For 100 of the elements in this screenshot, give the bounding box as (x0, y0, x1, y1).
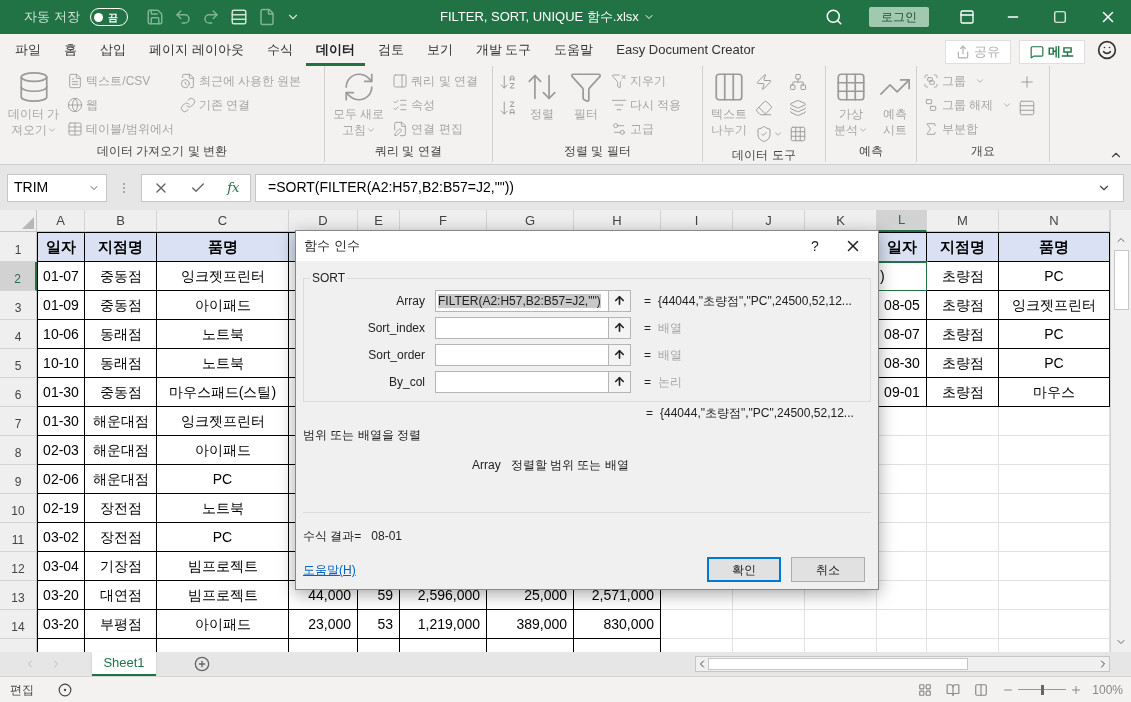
table-cell[interactable]: 마우스패드(스틸) (157, 378, 289, 407)
row-header[interactable]: 10 (0, 494, 37, 523)
smiley-icon[interactable] (1097, 40, 1117, 60)
table-cell[interactable]: PC (999, 349, 1110, 378)
table-cell[interactable]: 01-09 (37, 291, 85, 320)
table-cell[interactable]: 장전점 (85, 494, 157, 523)
zoom-track[interactable] (1018, 684, 1067, 695)
grid-cell[interactable] (877, 494, 927, 523)
table-cell[interactable]: 01-30 (37, 407, 85, 436)
header-cell[interactable]: 품명 (999, 232, 1110, 262)
grid-cell[interactable] (877, 610, 927, 639)
collapse-dialog-button[interactable] (608, 344, 630, 365)
table-cell[interactable]: PC (999, 262, 1110, 291)
header-cell[interactable]: 품명 (157, 232, 289, 262)
grid-cell[interactable] (877, 436, 927, 465)
table-cell[interactable]: 잉크젯프린터 (999, 291, 1110, 320)
table-cell[interactable]: 03-20 (37, 581, 85, 610)
row-header[interactable]: 5 (0, 349, 37, 378)
normal-view-icon[interactable] (918, 682, 933, 697)
row-header[interactable]: 6 (0, 378, 37, 407)
ribbon-tab[interactable]: 홈 (54, 36, 87, 66)
table-cell[interactable]: PC (999, 320, 1110, 349)
collapse-dialog-button[interactable] (608, 317, 630, 338)
table-cell[interactable]: 아이패드 (157, 610, 289, 639)
table-cell[interactable]: 08-07 (877, 320, 927, 349)
grid-cell[interactable] (927, 494, 999, 523)
grid-cell[interactable] (999, 581, 1110, 610)
table-cell[interactable]: 잉크젯프린터 (157, 262, 289, 291)
row-header[interactable]: 7 (0, 407, 37, 436)
grid-cell[interactable] (999, 465, 1110, 494)
row-header[interactable]: 9 (0, 465, 37, 494)
grid-cell[interactable] (927, 552, 999, 581)
help-link[interactable]: 도움말(H) (303, 560, 707, 579)
table-cell[interactable]: 02-19 (37, 494, 85, 523)
table-cell[interactable]: 389,000 (487, 610, 574, 639)
grid-cell[interactable] (877, 552, 927, 581)
table-cell[interactable]: 초량점 (927, 262, 999, 291)
grid-cell[interactable] (999, 494, 1110, 523)
dialog-button[interactable]: 확인 (707, 557, 781, 582)
help-button[interactable]: ? (800, 235, 830, 257)
header-cell[interactable]: 지점명 (85, 232, 157, 262)
page-layout-icon[interactable] (946, 682, 961, 697)
table-cell[interactable]: 08-30 (877, 349, 927, 378)
row-header[interactable]: 14 (0, 610, 37, 639)
table-cell[interactable]: 잉크젯프린터 (157, 407, 289, 436)
maximize-icon[interactable] (1053, 10, 1067, 24)
table-cell[interactable]: 부평점 (85, 610, 157, 639)
grid-cell[interactable] (927, 581, 999, 610)
argument-field[interactable] (435, 343, 631, 366)
add-sheet-icon[interactable] (194, 656, 210, 672)
save-icon[interactable] (145, 8, 164, 26)
comments-button[interactable]: 메모 (1019, 40, 1085, 64)
row-header[interactable]: 2 (0, 262, 37, 291)
grid-cell[interactable] (999, 436, 1110, 465)
grid-cell[interactable] (877, 581, 927, 610)
search-icon[interactable] (825, 8, 843, 26)
name-box[interactable]: TRIM (7, 173, 107, 202)
vertical-scrollbar[interactable] (1110, 210, 1131, 652)
grid-cell[interactable] (927, 407, 999, 436)
header-cell[interactable]: 지점명 (927, 232, 999, 262)
table-cell[interactable]: 장전점 (85, 523, 157, 552)
dialog-button[interactable]: 취소 (791, 557, 865, 582)
table-cell[interactable]: 동래점 (85, 320, 157, 349)
table-cell[interactable]: 빔프로젝트 (157, 581, 289, 610)
argument-field[interactable]: FILTER(A2:H57,B2:B57=J2,"") (435, 289, 631, 312)
argument-field[interactable] (435, 316, 631, 339)
table-cell[interactable]: 10-06 (37, 320, 85, 349)
table-cell[interactable]: 01-07 (37, 262, 85, 291)
table-cell[interactable]: 03-20 (37, 610, 85, 639)
zoom-in-icon[interactable] (1070, 683, 1083, 696)
grid-cell[interactable] (927, 465, 999, 494)
table-cell[interactable]: 노트북 (157, 494, 289, 523)
form-icon[interactable] (229, 8, 248, 26)
table-cell[interactable]: 53 (358, 610, 400, 639)
grid-cell[interactable] (999, 407, 1110, 436)
formula-field[interactable]: =SORT(FILTER(A2:H57,B2:B57=J2,"")) (255, 173, 1124, 202)
redo-icon[interactable] (201, 8, 220, 26)
table-cell[interactable]: 아이패드 (157, 291, 289, 320)
table-cell[interactable]: ) (877, 262, 927, 291)
table-cell[interactable]: 중동점 (85, 378, 157, 407)
table-cell[interactable]: 01-30 (37, 378, 85, 407)
scroll-thumb[interactable] (708, 658, 968, 670)
table-cell[interactable]: 02-06 (37, 465, 85, 494)
grid-cell[interactable] (927, 610, 999, 639)
grid-cell[interactable] (999, 610, 1110, 639)
macro-record-icon[interactable] (58, 682, 72, 697)
grid-cell[interactable] (661, 610, 733, 639)
table-cell[interactable]: 노트북 (157, 349, 289, 378)
ribbon-tab[interactable]: 검토 (367, 36, 414, 66)
table-cell[interactable]: 02-03 (37, 436, 85, 465)
table-cell[interactable]: 초량점 (927, 320, 999, 349)
ribbon-tab[interactable]: 페이지 레이아웃 (139, 36, 254, 66)
table-cell[interactable]: 노트북 (157, 320, 289, 349)
ribbon-display-icon[interactable] (959, 9, 975, 25)
row-header[interactable]: 4 (0, 320, 37, 349)
scroll-thumb[interactable] (1113, 250, 1129, 310)
row-header[interactable]: 12 (0, 552, 37, 581)
table-cell[interactable]: 1,219,000 (400, 610, 487, 639)
ribbon-tab[interactable]: 수식 (256, 36, 303, 66)
table-cell[interactable]: 동래점 (85, 349, 157, 378)
